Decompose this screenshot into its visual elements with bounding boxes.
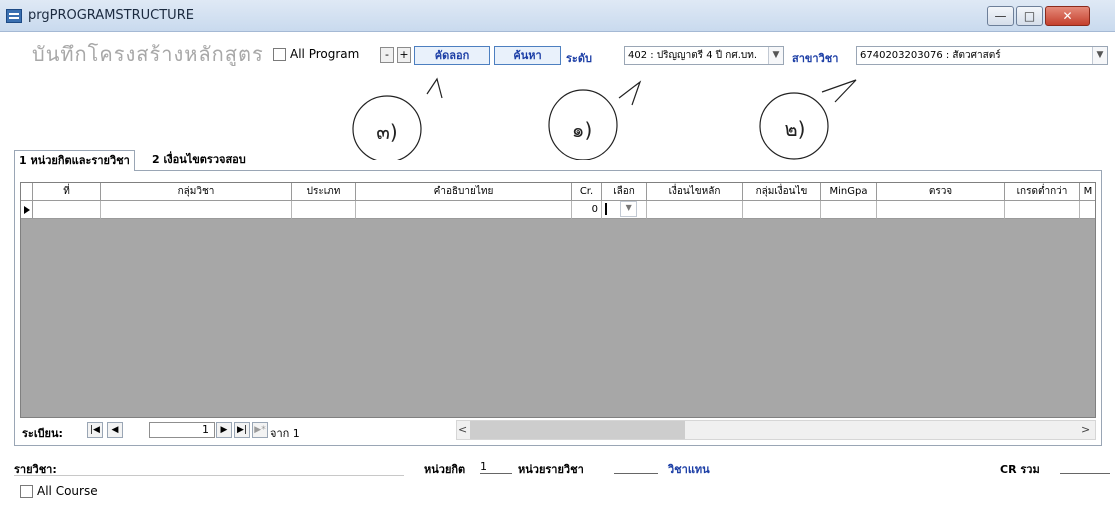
- close-button[interactable]: ✕: [1045, 6, 1090, 26]
- callout-copy-text: ๓): [376, 120, 398, 144]
- cell-select[interactable]: ▼: [602, 201, 647, 219]
- column-header-mingpa[interactable]: MinGpa: [821, 183, 877, 201]
- course-units-value[interactable]: [614, 460, 658, 474]
- cell-condition-group[interactable]: [743, 201, 821, 219]
- cell-check[interactable]: [877, 201, 1005, 219]
- column-header-m[interactable]: M: [1080, 183, 1095, 201]
- cell-main-condition[interactable]: [647, 201, 743, 219]
- last-record-icon[interactable]: ▶|: [234, 422, 250, 438]
- subject-underline: [14, 475, 404, 476]
- new-record-icon[interactable]: ▶*: [252, 422, 268, 438]
- column-header-type[interactable]: ประเภท: [292, 183, 356, 201]
- record-count-label: จาก 1: [270, 427, 300, 440]
- first-record-icon[interactable]: |◀: [87, 422, 103, 438]
- chevron-down-icon[interactable]: ▼: [620, 201, 638, 217]
- next-record-icon[interactable]: ▶: [216, 422, 232, 438]
- window-title: prgPROGRAMSTRUCTURE: [28, 8, 194, 23]
- current-record-input[interactable]: 1: [149, 422, 215, 438]
- annotation-layer: [352, 77, 857, 160]
- column-header-condition-group[interactable]: กลุ่มเงื่อนไข: [743, 183, 821, 201]
- cell-group[interactable]: [101, 201, 292, 219]
- cell-mingpa[interactable]: [821, 201, 877, 219]
- cell-description[interactable]: [356, 201, 572, 219]
- credit-total-value[interactable]: [1060, 460, 1110, 474]
- course-grid: ที่ กลุ่มวิชา ประเภท คำอธิบายไทย Cr. เลื…: [20, 182, 1096, 418]
- cell-type[interactable]: [292, 201, 356, 219]
- callout-major-text: ๒): [784, 117, 806, 141]
- cell-grade-below[interactable]: [1005, 201, 1080, 219]
- column-header-group[interactable]: กลุ่มวิชา: [101, 183, 292, 201]
- callout-level-text: ๑): [571, 118, 593, 142]
- column-header-main-condition[interactable]: เงื่อนไขหลัก: [647, 183, 743, 201]
- all-program-label: All Program: [290, 47, 360, 61]
- tab-units-and-courses[interactable]: 1 หน่วยกิตและรายวิชา: [14, 150, 135, 171]
- maximize-button[interactable]: □: [1016, 6, 1043, 26]
- form-icon: [6, 9, 22, 23]
- substitute-course-label: วิชาแทน: [668, 463, 710, 476]
- column-header-select[interactable]: เลือก: [602, 183, 647, 201]
- text-caret: [605, 203, 607, 215]
- row-selector[interactable]: [21, 201, 33, 219]
- cell-credit[interactable]: 0: [572, 201, 602, 219]
- cell-no[interactable]: [33, 201, 101, 219]
- scrollbar-thumb[interactable]: [470, 421, 685, 439]
- column-header-credit[interactable]: Cr.: [572, 183, 602, 201]
- column-header-grade-below[interactable]: เกรดต่ำกว่า: [1005, 183, 1080, 201]
- column-header-check[interactable]: ตรวจ: [877, 183, 1005, 201]
- minimize-button[interactable]: —: [987, 6, 1014, 26]
- units-value[interactable]: 1: [480, 460, 512, 474]
- column-header-no[interactable]: ที่: [33, 183, 101, 201]
- all-course-checkbox[interactable]: [20, 485, 33, 498]
- record-nav-label: ระเบียน:: [22, 427, 63, 440]
- units-label: หน่วยกิต: [424, 463, 466, 476]
- credit-total-label: CR รวม: [1000, 463, 1040, 476]
- column-header-description[interactable]: คำอธิบายไทย: [356, 183, 572, 201]
- scroll-left-icon[interactable]: <: [458, 423, 467, 436]
- prev-record-icon[interactable]: ◀: [107, 422, 123, 438]
- scroll-right-icon[interactable]: >: [1081, 423, 1090, 436]
- all-course-label: All Course: [37, 484, 98, 498]
- course-units-label: หน่วยรายวิชา: [518, 463, 584, 476]
- cell-m[interactable]: [1080, 201, 1095, 219]
- tab-check-conditions[interactable]: 2 เงื่อนไขตรวจสอบ: [148, 150, 250, 171]
- grid-corner: [21, 183, 33, 201]
